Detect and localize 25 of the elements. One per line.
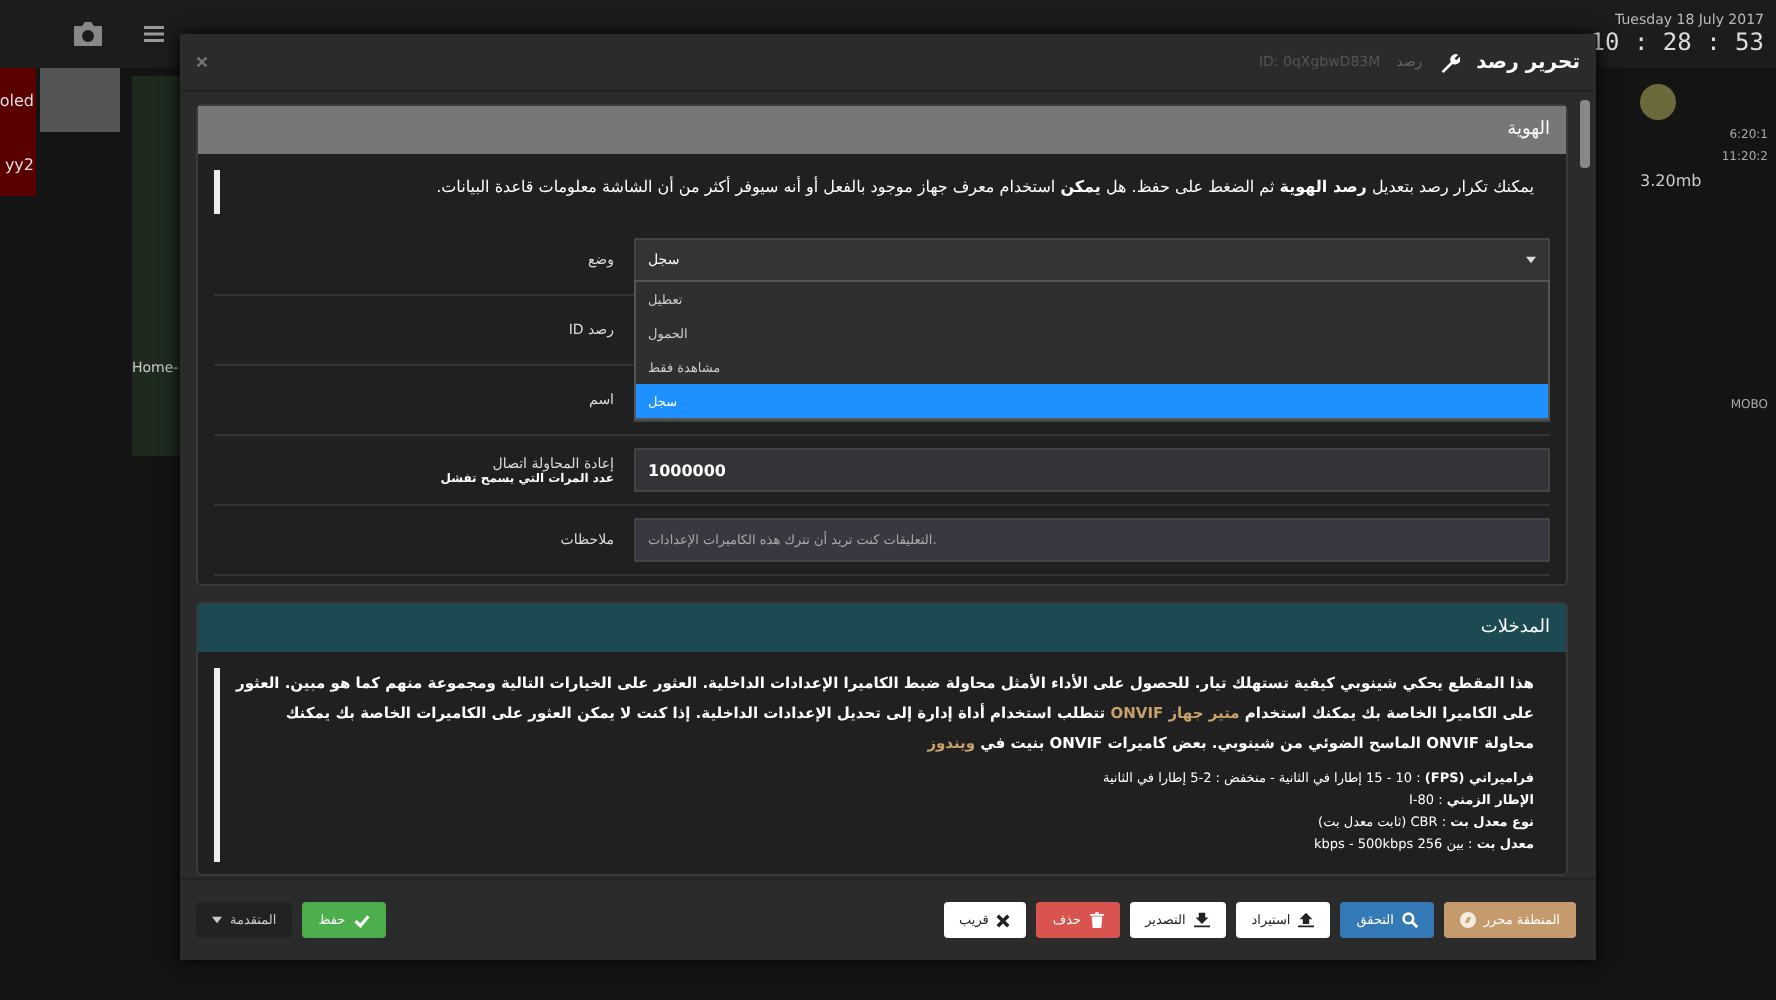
- close-icon[interactable]: [196, 56, 208, 68]
- camera-icon[interactable]: [72, 20, 104, 48]
- upload-icon: [1298, 912, 1315, 928]
- photo-placeholder: [40, 68, 120, 132]
- section-title: الهوية: [1507, 120, 1550, 140]
- compass-icon: [1459, 912, 1476, 928]
- info-paragraph: يمكنك تكرار رصد بتعديل رصد الهوية ثم الضغط على حفظ. هل يمكن استخدام معرف جهاز موجود بالفعل أو أنه سيوفر أكثر من أن الشاشة معلومات قاعدة البيانات.: [434, 174, 1534, 200]
- caret-icon: [212, 916, 222, 924]
- input-field[interactable]: 1000000: [634, 448, 1550, 492]
- wrench-icon: [1438, 51, 1461, 73]
- caret-icon: [1526, 256, 1536, 264]
- section-title: المدخلات: [1480, 618, 1550, 638]
- scrollbar-thumb[interactable]: [1580, 100, 1590, 168]
- dialog-title: تحرير رصد: [1476, 51, 1580, 73]
- search-icon: [1401, 912, 1418, 928]
- monitor-tile[interactable]: oled: [0, 68, 36, 132]
- check-icon: [353, 913, 370, 927]
- close-icon: [996, 913, 1011, 927]
- trash-icon: [1089, 912, 1104, 928]
- usage-text: 3.20mb: [1640, 172, 1702, 190]
- monitor-tile[interactable]: yy2: [0, 132, 36, 196]
- download-icon: [1193, 912, 1210, 928]
- menu-icon[interactable]: [144, 26, 164, 42]
- clock-time: 10 : 28 : 53: [1590, 28, 1764, 56]
- status-circle-icon: [1640, 84, 1676, 120]
